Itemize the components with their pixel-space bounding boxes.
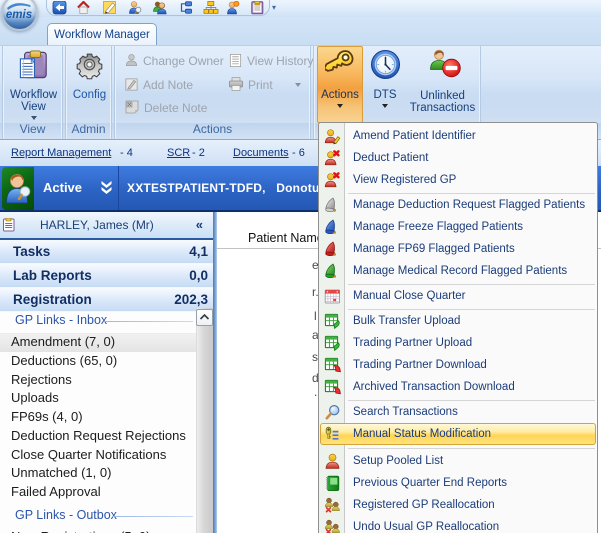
svg-text:emis: emis xyxy=(6,9,32,21)
